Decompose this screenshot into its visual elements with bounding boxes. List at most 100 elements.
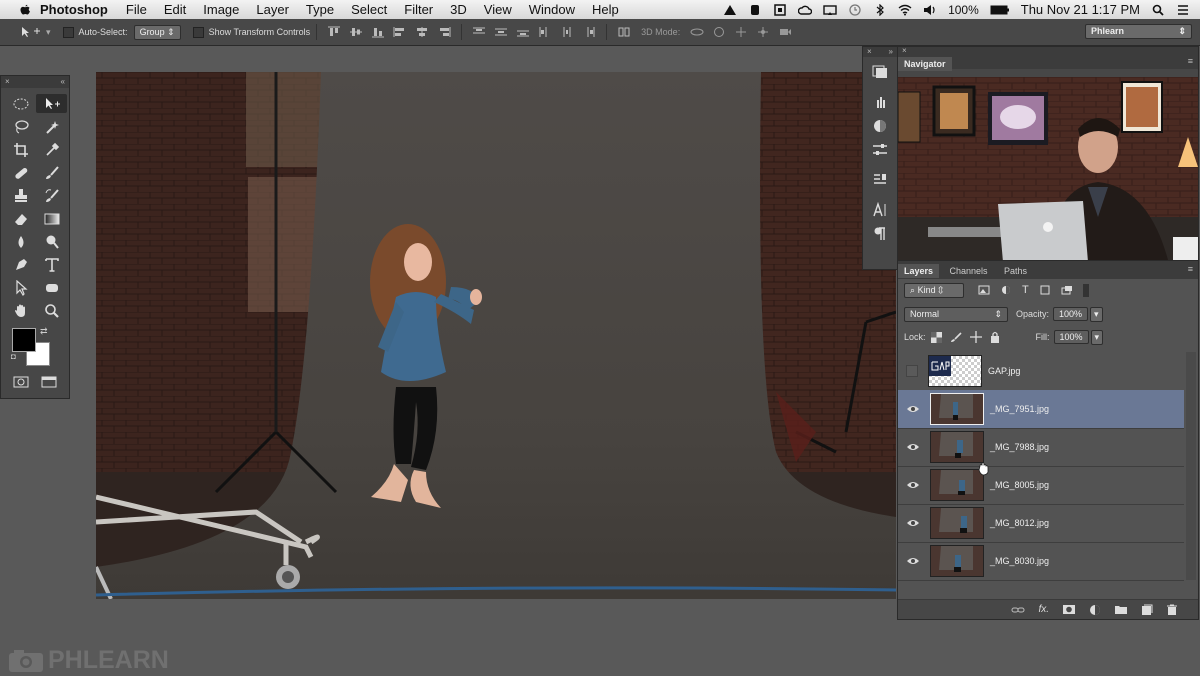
panel-menu-icon[interactable]: ≡ <box>1188 264 1193 274</box>
type-tool[interactable] <box>36 255 67 274</box>
volume-icon[interactable] <box>923 4 937 16</box>
layer-name[interactable]: _MG_8005.jpg <box>990 480 1049 490</box>
layer-name[interactable]: _MG_8012.jpg <box>990 518 1049 528</box>
close-icon[interactable]: × <box>867 47 872 57</box>
show-transform-controls-checkbox[interactable] <box>192 26 204 38</box>
notification-center-icon[interactable] <box>1176 4 1190 16</box>
menu-help[interactable]: Help <box>592 2 619 17</box>
layer-row[interactable]: _MG_7988.jpg <box>898 428 1184 467</box>
eyedropper-tool[interactable] <box>36 140 67 159</box>
3d-slide-icon[interactable] <box>756 26 770 38</box>
menu-window[interactable]: Window <box>529 2 575 17</box>
crop-tool[interactable] <box>5 140 36 159</box>
properties-panel-button[interactable] <box>869 141 891 159</box>
distribute-bottom-icon[interactable] <box>516 26 530 38</box>
3d-rotate-icon[interactable] <box>690 26 704 38</box>
align-horizontal-centers-icon[interactable] <box>415 26 429 38</box>
layer-name[interactable]: _MG_8030.jpg <box>990 556 1049 566</box>
chevron-down-icon[interactable]: ▾ <box>46 27 51 38</box>
3d-scale-icon[interactable] <box>778 26 792 38</box>
move-tool-preset-icon[interactable] <box>20 26 42 38</box>
new-group-icon[interactable] <box>1114 604 1128 615</box>
menu-select[interactable]: Select <box>351 2 387 17</box>
evernote-icon[interactable] <box>748 4 762 16</box>
menu-filter[interactable]: Filter <box>404 2 433 17</box>
magic-wand-tool[interactable] <box>36 117 67 136</box>
opacity-field[interactable]: 100% <box>1053 307 1089 321</box>
dodge-tool[interactable] <box>36 232 67 251</box>
layer-row[interactable]: _MG_8030.jpg <box>898 542 1184 581</box>
align-bottom-icon[interactable] <box>371 26 385 38</box>
filter-toggle[interactable] <box>1082 283 1089 297</box>
foreground-color-swatch[interactable] <box>12 328 36 352</box>
drive-icon[interactable] <box>723 4 737 16</box>
align-top-icon[interactable] <box>327 26 341 38</box>
filter-adjustment-icon[interactable] <box>1000 285 1012 295</box>
eye-icon[interactable] <box>906 518 920 528</box>
panel-menu-icon[interactable]: ≡ <box>1188 56 1193 66</box>
screen-mode-icon[interactable] <box>41 376 57 388</box>
creative-cloud-icon[interactable] <box>798 4 813 16</box>
path-selection-tool[interactable] <box>5 278 36 297</box>
filter-type-icon[interactable]: T <box>1022 284 1029 296</box>
opacity-slider-button[interactable]: ▾ <box>1090 306 1103 322</box>
lasso-tool[interactable] <box>5 117 36 136</box>
history-brush-tool[interactable] <box>36 186 67 205</box>
menu-3d[interactable]: 3D <box>450 2 467 17</box>
layer-row[interactable]: _MG_8012.jpg <box>898 504 1184 543</box>
blur-tool[interactable] <box>5 232 36 251</box>
distribute-vertical-centers-icon[interactable] <box>494 26 508 38</box>
layer-name[interactable]: _MG_7988.jpg <box>990 442 1049 452</box>
app-name-menu[interactable]: Photoshop <box>40 2 108 17</box>
character-panel-button[interactable] <box>869 201 891 219</box>
swap-colors-icon[interactable]: ⇄ <box>40 326 48 337</box>
collapse-icon[interactable]: « <box>61 76 65 88</box>
brush-presets-panel-button[interactable] <box>869 171 891 189</box>
marquee-tool[interactable] <box>5 94 36 113</box>
distribute-left-icon[interactable] <box>538 26 552 38</box>
auto-align-layers-icon[interactable] <box>617 26 631 38</box>
tab-layers[interactable]: Layers <box>898 264 940 278</box>
menu-image[interactable]: Image <box>203 2 239 17</box>
3d-roll-icon[interactable] <box>712 26 726 38</box>
battery-percent[interactable]: 100% <box>948 3 979 17</box>
move-tool[interactable] <box>36 94 67 113</box>
dropbox-icon[interactable] <box>773 3 787 16</box>
eye-icon[interactable] <box>906 404 920 414</box>
lock-position-icon[interactable] <box>969 331 982 343</box>
layer-row[interactable]: GAP.jpg <box>898 352 1184 391</box>
eraser-tool[interactable] <box>5 209 36 228</box>
spotlight-search-icon[interactable] <box>1151 4 1165 16</box>
distribute-right-icon[interactable] <box>582 26 596 38</box>
tab-navigator[interactable]: Navigator <box>898 57 952 71</box>
gradient-tool[interactable] <box>36 209 67 228</box>
eye-icon[interactable] <box>906 442 920 452</box>
auto-select-dropdown[interactable]: Group ⇕ <box>133 24 181 40</box>
menu-edit[interactable]: Edit <box>164 2 186 17</box>
history-panel-button[interactable] <box>869 63 891 81</box>
time-machine-icon[interactable] <box>848 3 862 16</box>
close-icon[interactable]: × <box>5 76 10 88</box>
brush-tool[interactable] <box>36 163 67 182</box>
align-right-icon[interactable] <box>437 26 451 38</box>
layer-name[interactable]: GAP.jpg <box>988 366 1020 376</box>
filter-kind-dropdown[interactable]: ⌕ Kind ⇕ <box>904 282 964 298</box>
filter-smart-object-icon[interactable] <box>1061 285 1073 295</box>
distribute-horizontal-centers-icon[interactable] <box>560 26 574 38</box>
wifi-icon[interactable] <box>898 4 912 16</box>
filter-shape-icon[interactable] <box>1039 285 1051 295</box>
close-icon[interactable]: × <box>902 46 907 55</box>
menu-type[interactable]: Type <box>306 2 334 17</box>
lock-image-pixels-icon[interactable] <box>950 331 962 343</box>
apple-menu-icon[interactable] <box>18 3 32 17</box>
fx-icon[interactable]: fx. <box>1038 604 1049 615</box>
add-mask-icon[interactable] <box>1062 604 1076 615</box>
tab-paths[interactable]: Paths <box>998 264 1033 278</box>
menu-file[interactable]: File <box>126 2 147 17</box>
workspace-switcher[interactable]: Phlearn ⇕ <box>1085 24 1192 39</box>
visibility-toggle[interactable] <box>906 365 918 377</box>
color-panel-button[interactable] <box>869 117 891 135</box>
eye-icon[interactable] <box>906 480 920 490</box>
layer-name[interactable]: _MG_7951.jpg <box>990 404 1049 414</box>
fill-field[interactable]: 100% <box>1053 330 1089 344</box>
